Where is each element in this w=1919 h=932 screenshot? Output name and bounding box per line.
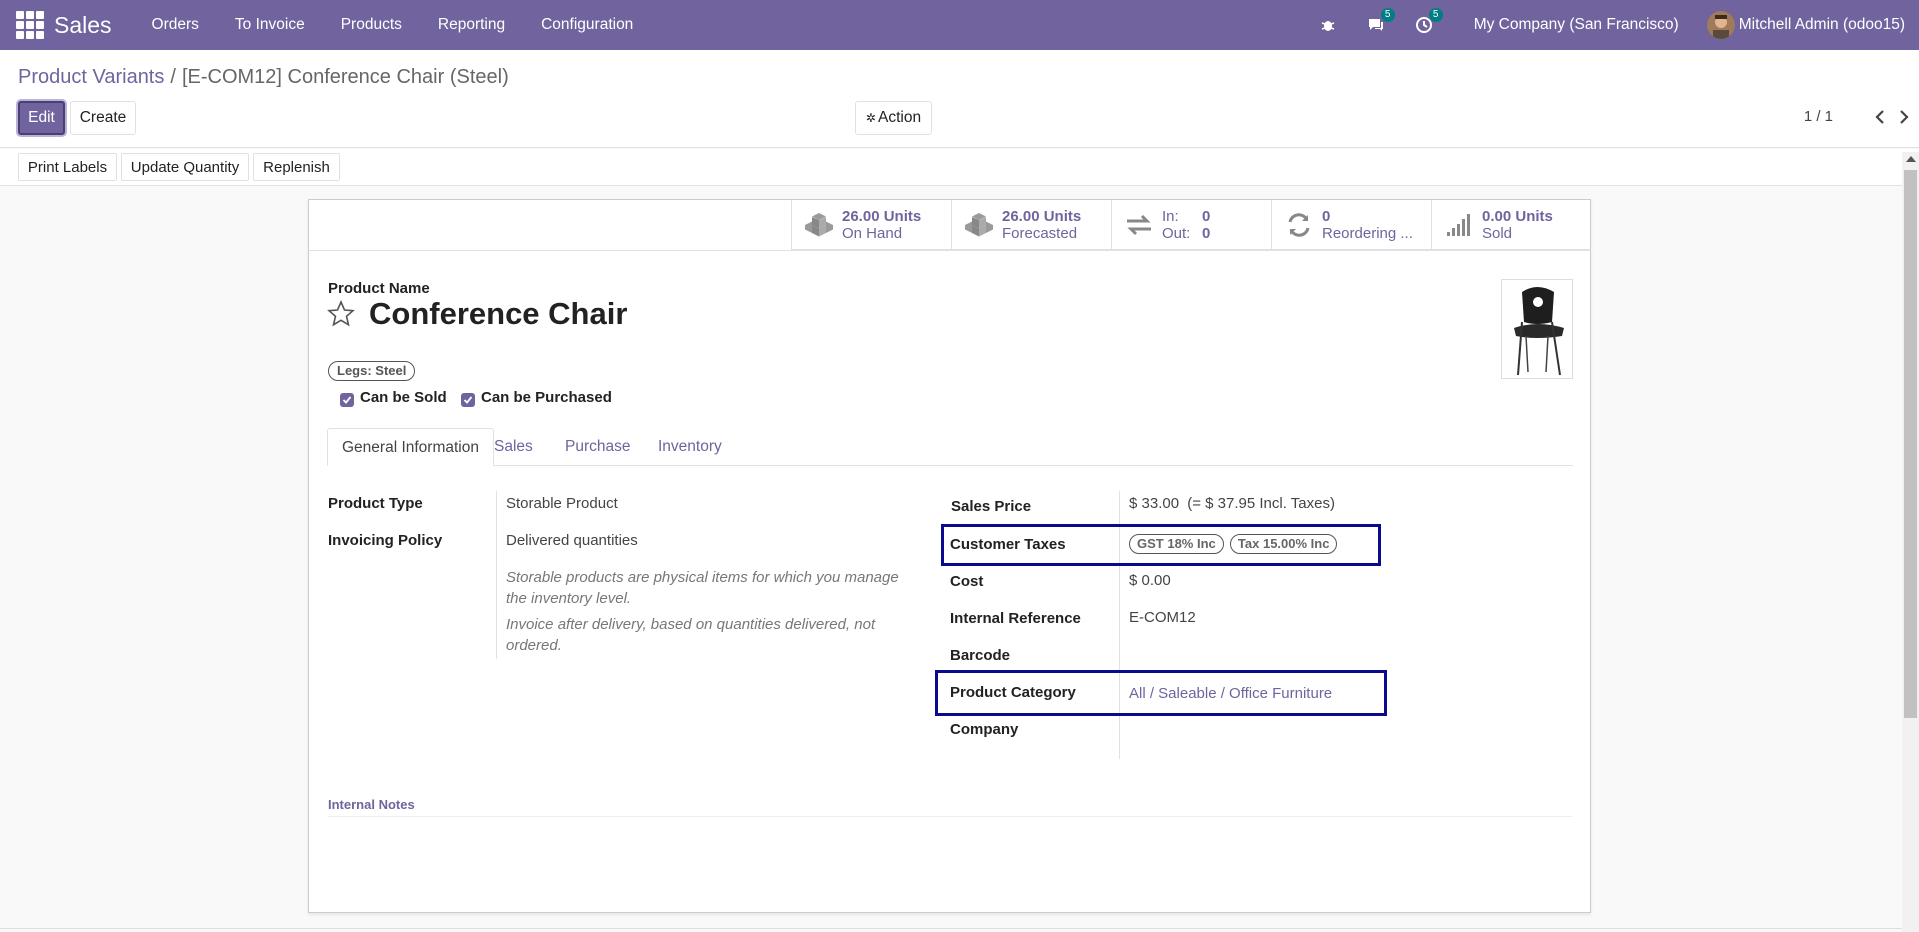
exchange-icon: [1124, 212, 1154, 238]
menu-to-invoice[interactable]: To Invoice: [217, 16, 323, 34]
breadcrumb: Product Variants / [E-COM12] Conference …: [18, 66, 509, 89]
notebook-tabs: General Information Sales Purchase Inven…: [327, 428, 1573, 466]
attribute-tag: Legs: Steel: [328, 361, 416, 381]
sold-button[interactable]: 0.00 Units Sold: [1431, 200, 1591, 250]
tab-general-information[interactable]: General Information: [327, 428, 494, 466]
update-quantity-button[interactable]: Update Quantity: [121, 153, 249, 181]
sales-price-amount: $ 33.00: [1129, 495, 1180, 512]
menu-reporting[interactable]: Reporting: [420, 16, 523, 34]
forecasted-button[interactable]: 26.00 Units Forecasted: [951, 200, 1111, 250]
in-label: In:: [1162, 208, 1179, 225]
pager-value[interactable]: 1 / 1: [1804, 108, 1833, 125]
user-menu[interactable]: Mitchell Admin (odoo15): [1706, 11, 1905, 39]
forecasted-label: Forecasted: [1002, 225, 1078, 242]
activities-badge: 5: [1428, 8, 1443, 22]
breadcrumb-parent[interactable]: Product Variants: [18, 66, 164, 89]
can-be-sold-checkbox[interactable]: [340, 393, 354, 407]
reordering-value: 0: [1322, 208, 1331, 225]
bug-icon[interactable]: [1318, 15, 1338, 35]
messages-badge: 5: [1380, 8, 1395, 22]
create-button[interactable]: Create: [70, 101, 136, 135]
product-name: Conference Chair: [369, 296, 628, 331]
tab-sales[interactable]: Sales: [480, 428, 547, 466]
on-hand-label: On Hand: [842, 225, 903, 242]
in-out-button[interactable]: In: 0 Out: 0: [1111, 200, 1271, 250]
cost-value[interactable]: $ 0.00: [1129, 572, 1171, 589]
out-value: 0: [1202, 225, 1211, 242]
favorite-star-icon[interactable]: [327, 300, 355, 328]
product-name-label: Product Name: [328, 280, 430, 297]
invoicing-policy-value[interactable]: Delivered quantities: [506, 532, 638, 549]
reordering-button[interactable]: 0 Reordering ...: [1271, 200, 1431, 250]
breadcrumb-current: [E-COM12] Conference Chair (Steel): [181, 66, 509, 88]
internal-notes-field[interactable]: [328, 816, 1572, 817]
edit-button[interactable]: Edit: [18, 101, 65, 135]
control-panel: Product Variants / [E-COM12] Conference …: [0, 50, 1919, 148]
form-sheet: 26.00 Units On Hand 26.00 Units Forecast…: [308, 199, 1591, 913]
barcode-label: Barcode: [950, 647, 1011, 664]
refresh-icon: [1284, 212, 1314, 238]
menu-orders[interactable]: Orders: [134, 16, 217, 34]
internal-notes-label: Internal Notes: [328, 797, 415, 812]
cubes-icon: [804, 212, 834, 238]
sold-label: Sold: [1482, 225, 1513, 242]
reordering-label: Reordering ...: [1322, 225, 1413, 242]
top-navbar: Sales Orders To Invoice Products Reporti…: [0, 0, 1919, 50]
gear-icon: ✲: [865, 111, 876, 125]
user-name: Mitchell Admin (odoo15): [1738, 16, 1905, 33]
sold-value: 0.00 Units: [1482, 208, 1553, 225]
tab-inventory[interactable]: Inventory: [644, 428, 736, 466]
apps-menu-icon[interactable]: [16, 11, 44, 39]
product-type-label: Product Type: [328, 495, 423, 512]
invoice-help-text: Invoice after delivery, based on quantit…: [506, 616, 876, 654]
on-hand-value: 26.00 Units: [842, 208, 922, 225]
menu-products[interactable]: Products: [323, 16, 420, 34]
pager-next-icon[interactable]: [1897, 108, 1911, 126]
scroll-thumb[interactable]: [1904, 170, 1917, 718]
customer-taxes-highlight: [941, 524, 1381, 566]
on-hand-button[interactable]: 26.00 Units On Hand: [791, 200, 951, 250]
product-type-value[interactable]: Storable Product: [506, 495, 618, 512]
breadcrumb-separator: /: [170, 66, 176, 88]
pager-previous-icon[interactable]: [1873, 108, 1887, 126]
sales-price-incl-taxes: (= $ 37.95 Incl. Taxes): [1187, 495, 1335, 512]
product-image[interactable]: [1501, 279, 1573, 379]
forecasted-value: 26.00 Units: [1002, 208, 1082, 225]
messages-icon[interactable]: 5: [1366, 8, 1395, 35]
can-be-purchased-checkbox[interactable]: [461, 393, 475, 407]
app-name[interactable]: Sales: [54, 12, 112, 39]
product-category-highlight: [935, 670, 1387, 716]
cost-label: Cost: [950, 573, 984, 590]
in-value: 0: [1202, 208, 1211, 225]
avatar: [1706, 11, 1735, 39]
invoicing-policy-label: Invoicing Policy: [328, 532, 443, 549]
sales-price-label: Sales Price: [951, 498, 1032, 515]
smart-buttons: 26.00 Units On Hand 26.00 Units Forecast…: [791, 200, 1591, 250]
signal-icon: [1444, 212, 1474, 238]
print-labels-button[interactable]: Print Labels: [18, 153, 117, 181]
activities-icon[interactable]: 5: [1414, 8, 1443, 35]
action-button[interactable]: ✲ Action: [855, 101, 932, 135]
out-label: Out:: [1162, 225, 1191, 242]
tab-purchase[interactable]: Purchase: [551, 428, 644, 466]
storable-help-text: Storable products are physical items for…: [506, 569, 899, 607]
can-be-purchased-label: Can be Purchased: [481, 389, 612, 406]
action-label: Action: [877, 109, 922, 126]
scroll-up-icon[interactable]: [1906, 156, 1916, 162]
form-button-bar: Print Labels Update Quantity Replenish: [0, 149, 1919, 186]
company-label: Company: [950, 721, 1019, 738]
company-switcher[interactable]: My Company (San Francisco): [1474, 16, 1679, 34]
replenish-button[interactable]: Replenish: [253, 153, 340, 181]
can-be-sold-label: Can be Sold: [360, 389, 447, 406]
vertical-scrollbar[interactable]: [1902, 152, 1919, 932]
menu-configuration[interactable]: Configuration: [523, 16, 651, 34]
cubes-icon: [964, 212, 994, 238]
internal-reference-value[interactable]: E-COM12: [1129, 609, 1196, 626]
internal-reference-label: Internal Reference: [950, 610, 1081, 627]
sales-price-value[interactable]: $ 33.00 (= $ 37.95 Incl. Taxes): [1129, 495, 1335, 512]
